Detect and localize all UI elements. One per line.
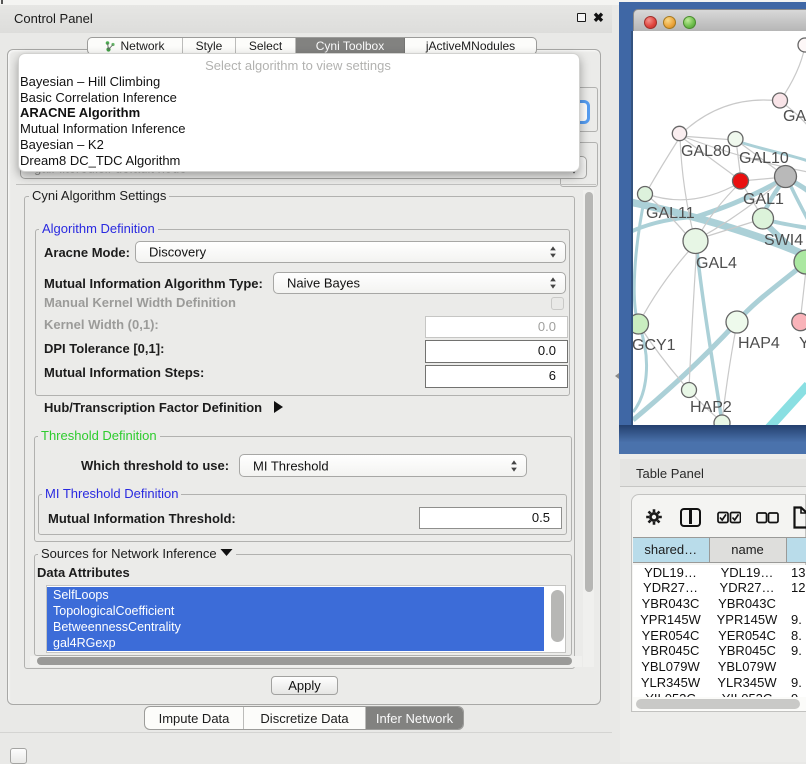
- svg-text:SWI4: SWI4: [764, 232, 803, 249]
- svg-text:GAL1: GAL1: [743, 191, 784, 208]
- svg-text:GAL10: GAL10: [739, 150, 789, 167]
- svg-text:GAL80: GAL80: [681, 143, 731, 160]
- svg-text:GAL7: GAL7: [783, 108, 806, 125]
- svg-text:GCY1: GCY1: [633, 337, 676, 354]
- svg-text:HAP2: HAP2: [690, 399, 732, 416]
- svg-text:GAL4: GAL4: [696, 255, 737, 272]
- svg-text:GAL11: GAL11: [646, 205, 695, 222]
- svg-text:HAP4: HAP4: [738, 335, 780, 352]
- svg-text:Y: Y: [799, 335, 806, 352]
